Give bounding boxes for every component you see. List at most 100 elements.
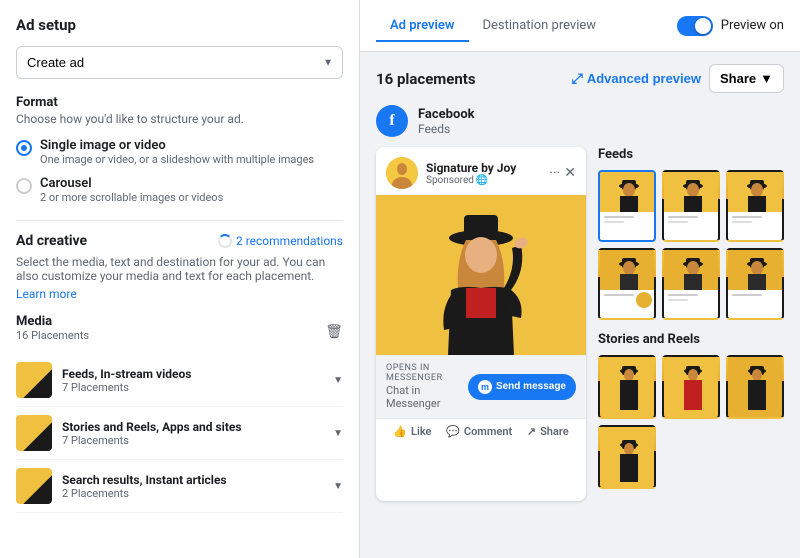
thumb-feeds-title: Feeds — [598, 147, 784, 162]
preview-main: Signature by Joy Sponsored 🌐 ··· ✕ — [376, 147, 784, 501]
preview-content: 16 placements ⤢ Advanced preview Share ▼… — [360, 52, 800, 513]
placement-info-search: Search results, Instant articles 2 Place… — [62, 473, 323, 500]
ad-creative-header: Ad creative 2 recommendations — [16, 233, 343, 249]
close-ad-icon[interactable]: ✕ — [564, 165, 576, 181]
chevron-stories-icon: ▼ — [333, 428, 343, 439]
ad-preview-card: Signature by Joy Sponsored 🌐 ··· ✕ — [376, 147, 586, 501]
thumb-section-stories: Stories and Reels — [598, 332, 784, 489]
placement-count-search: 2 Placements — [62, 487, 323, 500]
placement-item-feeds[interactable]: Feeds, In-stream videos 7 Placements ▼ — [16, 354, 343, 407]
preview-toggle-switch[interactable] — [677, 16, 713, 36]
advanced-preview-button[interactable]: ⤢ Advanced preview — [572, 70, 701, 87]
ad-sponsored-label: Sponsored 🌐 — [426, 175, 516, 186]
share-label: Share — [720, 71, 756, 86]
placement-item-search[interactable]: Search results, Instant articles 2 Place… — [16, 460, 343, 513]
media-header: Media 16 Placements 🗑 — [16, 314, 343, 350]
platform-indicator: f Facebook Feeds — [376, 105, 784, 137]
radio-carousel[interactable]: Carousel 2 or more scrollable images or … — [16, 176, 343, 204]
share-chevron-icon: ▼ — [760, 71, 773, 86]
comment-label: Comment — [464, 425, 512, 438]
ad-profile-name: Signature by Joy — [426, 161, 516, 175]
ad-setup-title: Ad setup — [16, 16, 343, 34]
ad-actions-row: 👍 Like 💬 Comment ↗ Share — [376, 418, 586, 444]
placements-count: 16 placements — [376, 70, 476, 88]
like-icon: 👍 — [393, 425, 407, 438]
right-header: Ad preview Destination preview Preview o… — [360, 0, 800, 52]
toggle-knob — [695, 18, 711, 34]
placement-thumb-stories — [16, 415, 52, 451]
thumb-grid-feeds-row2 — [598, 248, 784, 320]
ad-card-actions: ··· ✕ — [549, 165, 576, 181]
recommendations-badge: 2 recommendations — [218, 234, 343, 248]
avatar-image — [386, 157, 418, 189]
placement-info-feeds: Feeds, In-stream videos 7 Placements — [62, 367, 323, 394]
ad-profile: Signature by Joy Sponsored 🌐 — [386, 157, 516, 189]
ad-creative-image — [376, 195, 586, 355]
create-ad-select-wrapper: Create ad ▼ — [16, 46, 343, 79]
comment-button[interactable]: 💬 Comment — [446, 425, 512, 438]
send-message-button[interactable]: m Send message — [468, 374, 576, 400]
placement-count-feeds: 7 Placements — [62, 381, 323, 394]
platform-name: Facebook — [418, 107, 475, 122]
placement-info-stories: Stories and Reels, Apps and sites 7 Plac… — [62, 420, 323, 447]
radio-single[interactable]: Single image or video One image or video… — [16, 138, 343, 166]
tab-ad-preview[interactable]: Ad preview — [376, 10, 469, 41]
placement-count-stories: 7 Placements — [62, 434, 323, 447]
preview-tabs: Ad preview Destination preview — [376, 10, 610, 41]
divider-1 — [16, 220, 343, 221]
preview-actions: ⤢ Advanced preview Share ▼ — [572, 64, 784, 93]
thumb-stories-3[interactable] — [598, 425, 656, 489]
facebook-logo: f — [376, 105, 408, 137]
like-label: Like — [411, 425, 431, 438]
learn-more-link[interactable]: Learn more — [16, 287, 77, 301]
media-placements-count: 16 Placements — [16, 329, 89, 342]
thumb-feeds-4[interactable] — [662, 248, 720, 320]
share-action-button[interactable]: ↗ Share — [527, 425, 569, 438]
ad-card-header: Signature by Joy Sponsored 🌐 ··· ✕ — [376, 147, 586, 195]
radio-single-label: Single image or video — [40, 138, 314, 153]
create-ad-select[interactable]: Create ad — [16, 46, 343, 79]
like-button[interactable]: 👍 Like — [393, 425, 431, 438]
globe-icon: 🌐 — [476, 175, 488, 186]
tab-destination-preview[interactable]: Destination preview — [469, 10, 611, 41]
right-panel: Ad preview Destination preview Preview o… — [360, 0, 800, 558]
thumb-grid-stories — [598, 355, 784, 419]
thumb-grid-feeds — [598, 170, 784, 242]
thumbnails-panel: Feeds — [598, 147, 784, 501]
thumb-feeds-5[interactable] — [726, 248, 784, 320]
thumb-stories-0[interactable] — [598, 355, 656, 419]
ad-avatar — [386, 157, 418, 189]
placements-header: 16 placements ⤢ Advanced preview Share ▼ — [376, 64, 784, 93]
placement-thumb-search — [16, 468, 52, 504]
share-action-label: Share — [540, 425, 569, 438]
radio-carousel-label: Carousel — [40, 176, 223, 191]
left-panel: Ad setup Create ad ▼ Format Choose how y… — [0, 0, 360, 558]
share-action-icon: ↗ — [527, 425, 536, 438]
thumb-feeds-1[interactable] — [662, 170, 720, 242]
trash-icon[interactable]: 🗑 — [325, 324, 343, 340]
thumb-grid-stories-row2 — [598, 425, 784, 489]
thumb-stories-2[interactable] — [726, 355, 784, 419]
preview-toggle: Preview on — [677, 16, 784, 36]
placement-name-stories: Stories and Reels, Apps and sites — [62, 420, 323, 434]
placement-name-search: Search results, Instant articles — [62, 473, 323, 487]
messenger-icon: m — [478, 380, 492, 394]
comment-icon: 💬 — [446, 425, 460, 438]
radio-carousel-circle — [16, 178, 32, 194]
thumb-stories-1[interactable] — [662, 355, 720, 419]
format-options: Single image or video One image or video… — [16, 138, 343, 204]
radio-single-circle — [16, 140, 32, 156]
thumb-section-feeds: Feeds — [598, 147, 784, 320]
thumb-feeds-0[interactable] — [598, 170, 656, 242]
format-description: Choose how you'd like to structure your … — [16, 112, 343, 126]
placement-item-stories[interactable]: Stories and Reels, Apps and sites 7 Plac… — [16, 407, 343, 460]
chevron-search-icon: ▼ — [333, 481, 343, 492]
expand-icon: ⤢ — [572, 70, 583, 87]
media-title: Media — [16, 314, 89, 329]
thumb-feeds-3[interactable] — [598, 248, 656, 320]
more-options-icon[interactable]: ··· — [549, 165, 560, 181]
thumb-feeds-2[interactable] — [726, 170, 784, 242]
share-button[interactable]: Share ▼ — [709, 64, 784, 93]
placement-thumb-feeds — [16, 362, 52, 398]
ad-image — [376, 195, 586, 355]
